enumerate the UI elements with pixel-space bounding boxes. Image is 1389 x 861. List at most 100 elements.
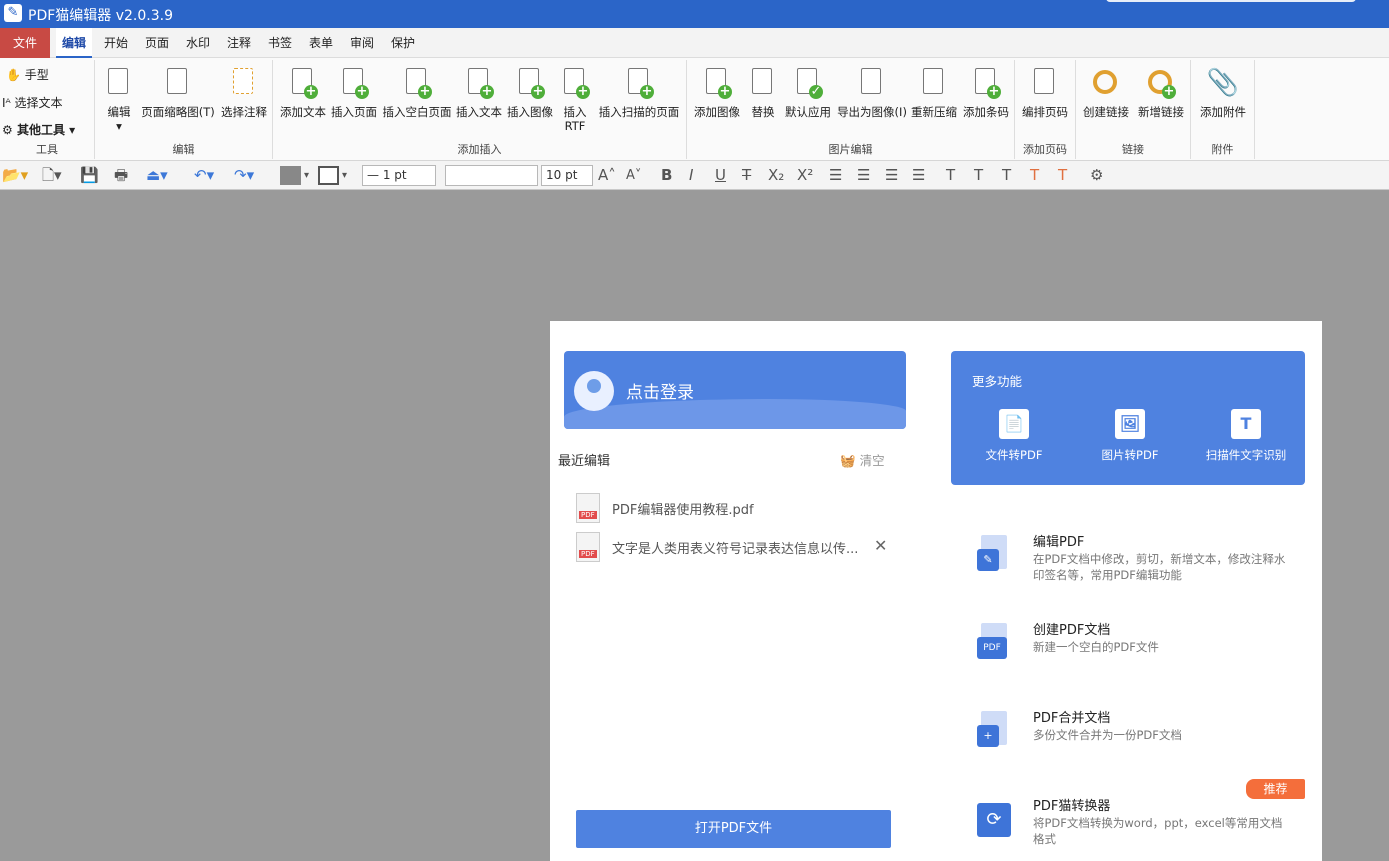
edit-button[interactable]: 编辑 ▾ (101, 66, 137, 133)
print-icon[interactable]: 🖶 (114, 165, 128, 186)
insert-page-button[interactable]: + 插入页面 (329, 66, 379, 119)
export-image-label: 导出为图像(I) (837, 105, 907, 119)
pdf-file-icon (576, 493, 600, 523)
group-edit: 编辑 ▾ 页面缩略图(T) 选择注释 编辑 (95, 60, 273, 159)
add-barcode-button[interactable]: + 添加条码 (960, 66, 1012, 119)
gear-icon: ⚙ (2, 123, 13, 137)
tab-bookmark[interactable]: 书签 (262, 28, 298, 58)
add-attachment-button[interactable]: 📎 添加附件 (1195, 66, 1251, 119)
group-insert: + 添加文本 + 插入页面 + 插入空白页面 + 插入文本 + 插入图像 + 插入RTF +… (273, 60, 687, 159)
fill-color-swatch[interactable] (280, 166, 301, 185)
page-thumbnail-button[interactable]: 页面缩略图(T) (139, 66, 217, 119)
insert-image-button[interactable]: + 插入图像 (505, 66, 555, 119)
feature-desc: 多份文件合并为一份PDF文档 (1033, 728, 1182, 742)
border-color-swatch[interactable] (318, 166, 339, 185)
feature-title: 编辑PDF (1033, 535, 1085, 550)
font-size-select[interactable]: 10 pt (541, 165, 593, 186)
open-folder-icon[interactable]: 📂▾ (2, 165, 28, 186)
insert-page-icon: + (337, 66, 371, 100)
text-apply-icon[interactable]: T (1058, 165, 1067, 186)
image-to-pdf-icon: 🖼 (1115, 409, 1145, 439)
hand-icon: ✋ (6, 68, 21, 82)
add-text-button[interactable]: + 添加文本 (278, 66, 328, 119)
bold-icon[interactable]: B (661, 165, 672, 186)
line-width-select[interactable]: — 1 pt (362, 165, 436, 186)
insert-text-icon: + (462, 66, 496, 100)
undo-icon[interactable]: ↶▾ (194, 165, 214, 186)
paperclip-icon: 📎 (1206, 68, 1240, 98)
insert-rtf-button[interactable]: + 插入RTF (557, 66, 593, 133)
thumbnail-icon (161, 66, 195, 100)
scan-icon[interactable]: ⏏▾ (146, 165, 168, 186)
link-icon (1089, 66, 1123, 100)
fill-color-dropdown-icon[interactable]: ▾ (304, 165, 309, 186)
recent-file-item[interactable]: 文字是人类用表义符号记录表达信息以传... ✕ (576, 532, 896, 562)
subscript-icon[interactable]: X₂ (768, 165, 784, 186)
open-pdf-button[interactable]: 打开PDF文件 (576, 810, 891, 848)
title-search-box[interactable] (1106, 0, 1356, 2)
clear-button[interactable]: 🧺 清空 (840, 450, 885, 469)
select-annotation-button[interactable]: 选择注释 (217, 66, 271, 119)
feature-desc: 在PDF文档中修改，剪切，新增文本，修改注释水印签名等，常用PDF编辑功能 (1033, 552, 1286, 582)
recompress-button[interactable]: 重新压缩 (909, 66, 959, 119)
ocr-button[interactable]: T 扫描件文字识别 (1191, 409, 1301, 463)
decrease-font-icon[interactable]: A˅ (626, 165, 641, 186)
create-link-button[interactable]: 创建链接 (1080, 66, 1132, 119)
insert-scanned-page-button[interactable]: + 插入扫描的页面 (595, 66, 683, 119)
border-color-dropdown-icon[interactable]: ▾ (342, 165, 347, 186)
replace-button[interactable]: 替换 (745, 66, 781, 119)
increase-font-icon[interactable]: A˄ (598, 165, 616, 186)
save-icon[interactable]: 💾 (80, 165, 99, 186)
default-apply-button[interactable]: ✓ 默认应用 (783, 66, 833, 119)
tab-review[interactable]: 审阅 (344, 28, 380, 58)
ocr-label: 扫描件文字识别 (1205, 448, 1287, 462)
document-settings-icon[interactable]: ⚙ (1090, 165, 1103, 186)
tab-page[interactable]: 页面 (139, 28, 175, 58)
text-cursor-icon: Iᴬ (2, 96, 11, 110)
tab-file[interactable]: 文件 (0, 28, 50, 58)
tab-annotate[interactable]: 注释 (221, 28, 257, 58)
insert-blank-page-button[interactable]: + 插入空白页面 (380, 66, 454, 119)
text-save-icon[interactable]: T (974, 165, 983, 186)
image-to-pdf-button[interactable]: 🖼 图片转PDF (1075, 409, 1185, 463)
justify-icon[interactable]: ☰ (912, 165, 925, 186)
tab-form[interactable]: 表单 (303, 28, 339, 58)
text-color-icon[interactable]: T (946, 165, 955, 186)
align-right-icon[interactable]: ☰ (885, 165, 898, 186)
new-link-button[interactable]: + 新增链接 (1134, 66, 1188, 119)
text-copy-icon[interactable]: T (1030, 165, 1039, 186)
italic-icon[interactable]: I (689, 165, 693, 186)
other-tools-button[interactable]: ⚙ 其他工具 ▾ (2, 121, 75, 138)
arrange-page-number-button[interactable]: 编排页码 (1019, 66, 1071, 119)
other-tools-label: 其他工具 (16, 123, 65, 137)
insert-text-button[interactable]: + 插入文本 (454, 66, 504, 119)
align-left-icon[interactable]: ☰ (829, 165, 842, 186)
add-barcode-label: 添加条码 (963, 105, 1009, 119)
superscript-icon[interactable]: X² (797, 165, 813, 186)
recent-file-item[interactable]: PDF编辑器使用教程.pdf (576, 493, 896, 523)
tab-edit[interactable]: 编辑 (56, 28, 93, 58)
add-image-button[interactable]: + 添加图像 (691, 66, 743, 119)
select-text-tool[interactable]: Iᴬ 选择文本 (2, 94, 63, 111)
group-pagenum: 编排页码 添加页码 (1015, 60, 1076, 159)
new-link-icon: + (1144, 66, 1178, 100)
close-icon[interactable]: ✕ (874, 536, 887, 555)
tab-start[interactable]: 开始 (98, 28, 134, 58)
align-center-icon[interactable]: ☰ (857, 165, 870, 186)
add-text-icon: + (286, 66, 320, 100)
group-image: + 添加图像 替换 ✓ 默认应用 导出为图像(I) 重新压缩 + 添加条码 图片编辑 (687, 60, 1015, 159)
text-check-icon[interactable]: T (1002, 165, 1011, 186)
tab-protect[interactable]: 保护 (385, 28, 421, 58)
replace-image-icon (746, 66, 780, 100)
strikethrough-icon[interactable]: T (742, 165, 751, 186)
export-image-button[interactable]: 导出为图像(I) (835, 66, 909, 119)
hand-tool[interactable]: ✋ 手型 (6, 66, 49, 83)
tab-watermark[interactable]: 水印 (180, 28, 216, 58)
file-to-pdf-button[interactable]: 📄 文件转PDF (959, 409, 1069, 463)
redo-icon[interactable]: ↷▾ (234, 165, 254, 186)
login-card[interactable]: 点击登录 (564, 351, 906, 429)
font-name-select[interactable] (445, 165, 538, 186)
clear-label: 清空 (859, 453, 885, 468)
new-document-icon[interactable]: 🗋▾ (42, 165, 62, 186)
underline-icon[interactable]: U (715, 165, 726, 186)
